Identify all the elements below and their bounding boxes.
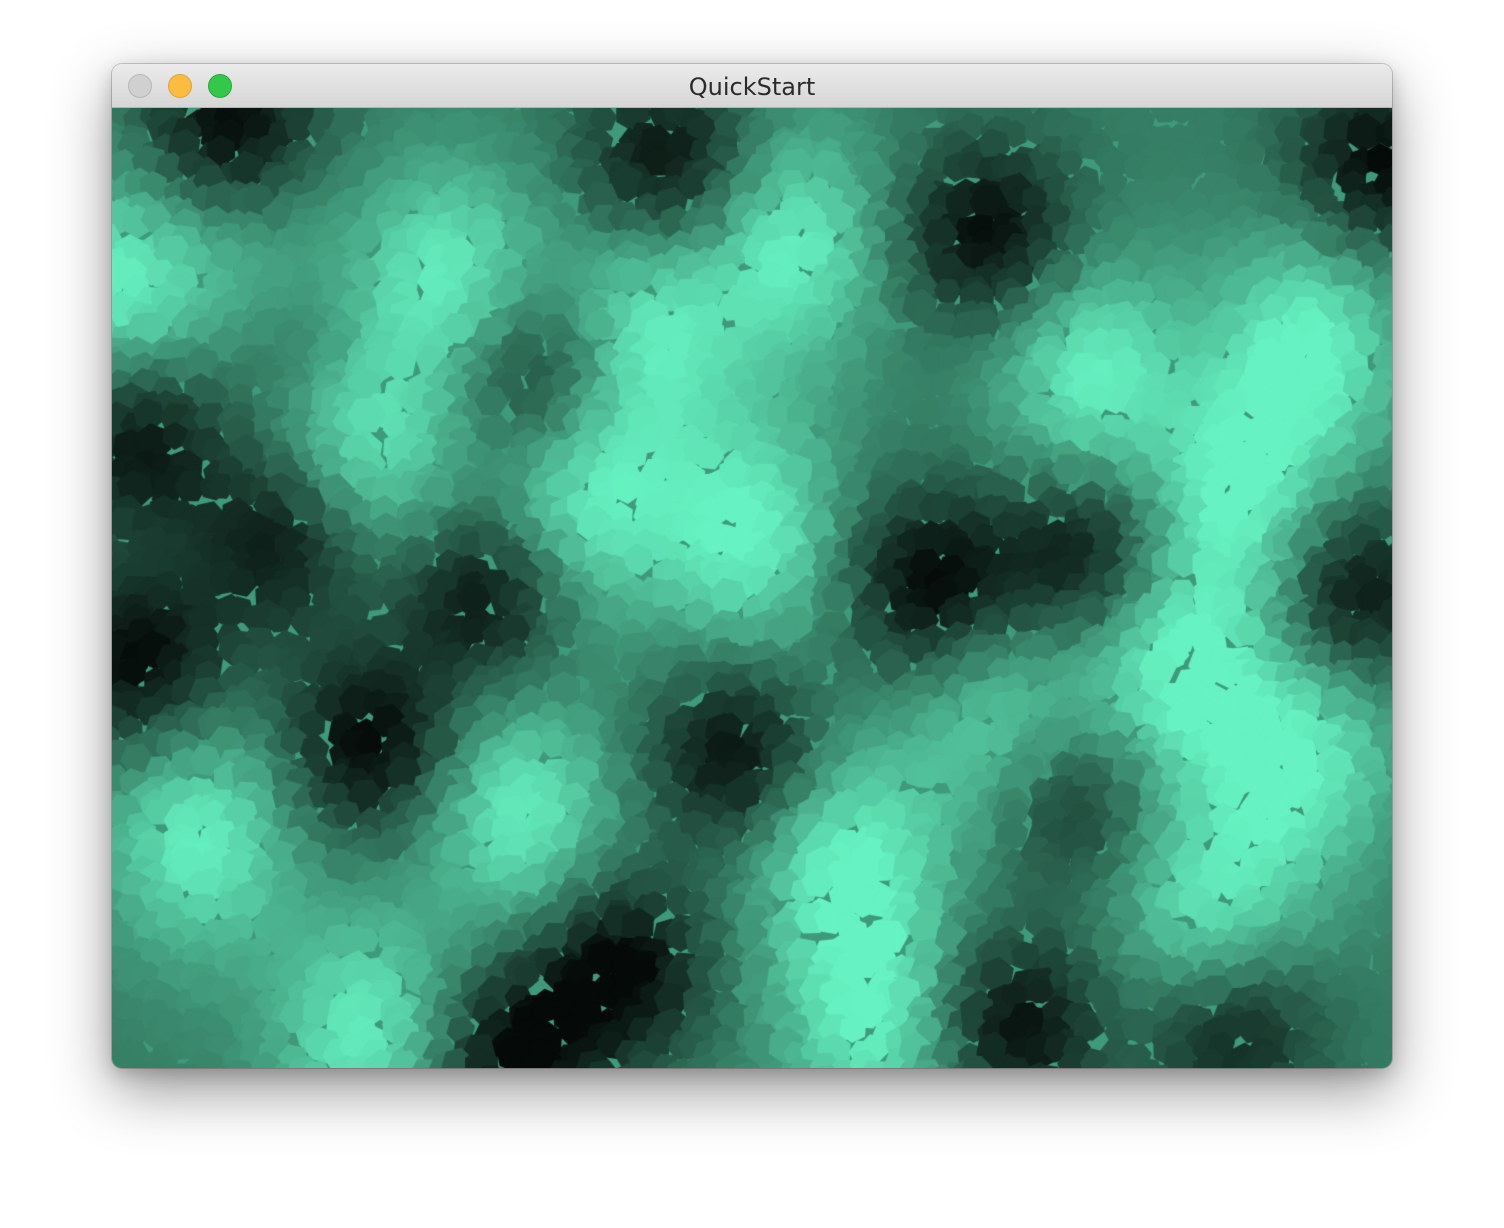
title-bar[interactable]: QuickStart [112, 64, 1392, 108]
noise-canvas[interactable] [112, 108, 1392, 1068]
window-title: QuickStart [688, 73, 816, 101]
app-window: QuickStart [112, 64, 1392, 1068]
render-view[interactable] [112, 108, 1392, 1068]
